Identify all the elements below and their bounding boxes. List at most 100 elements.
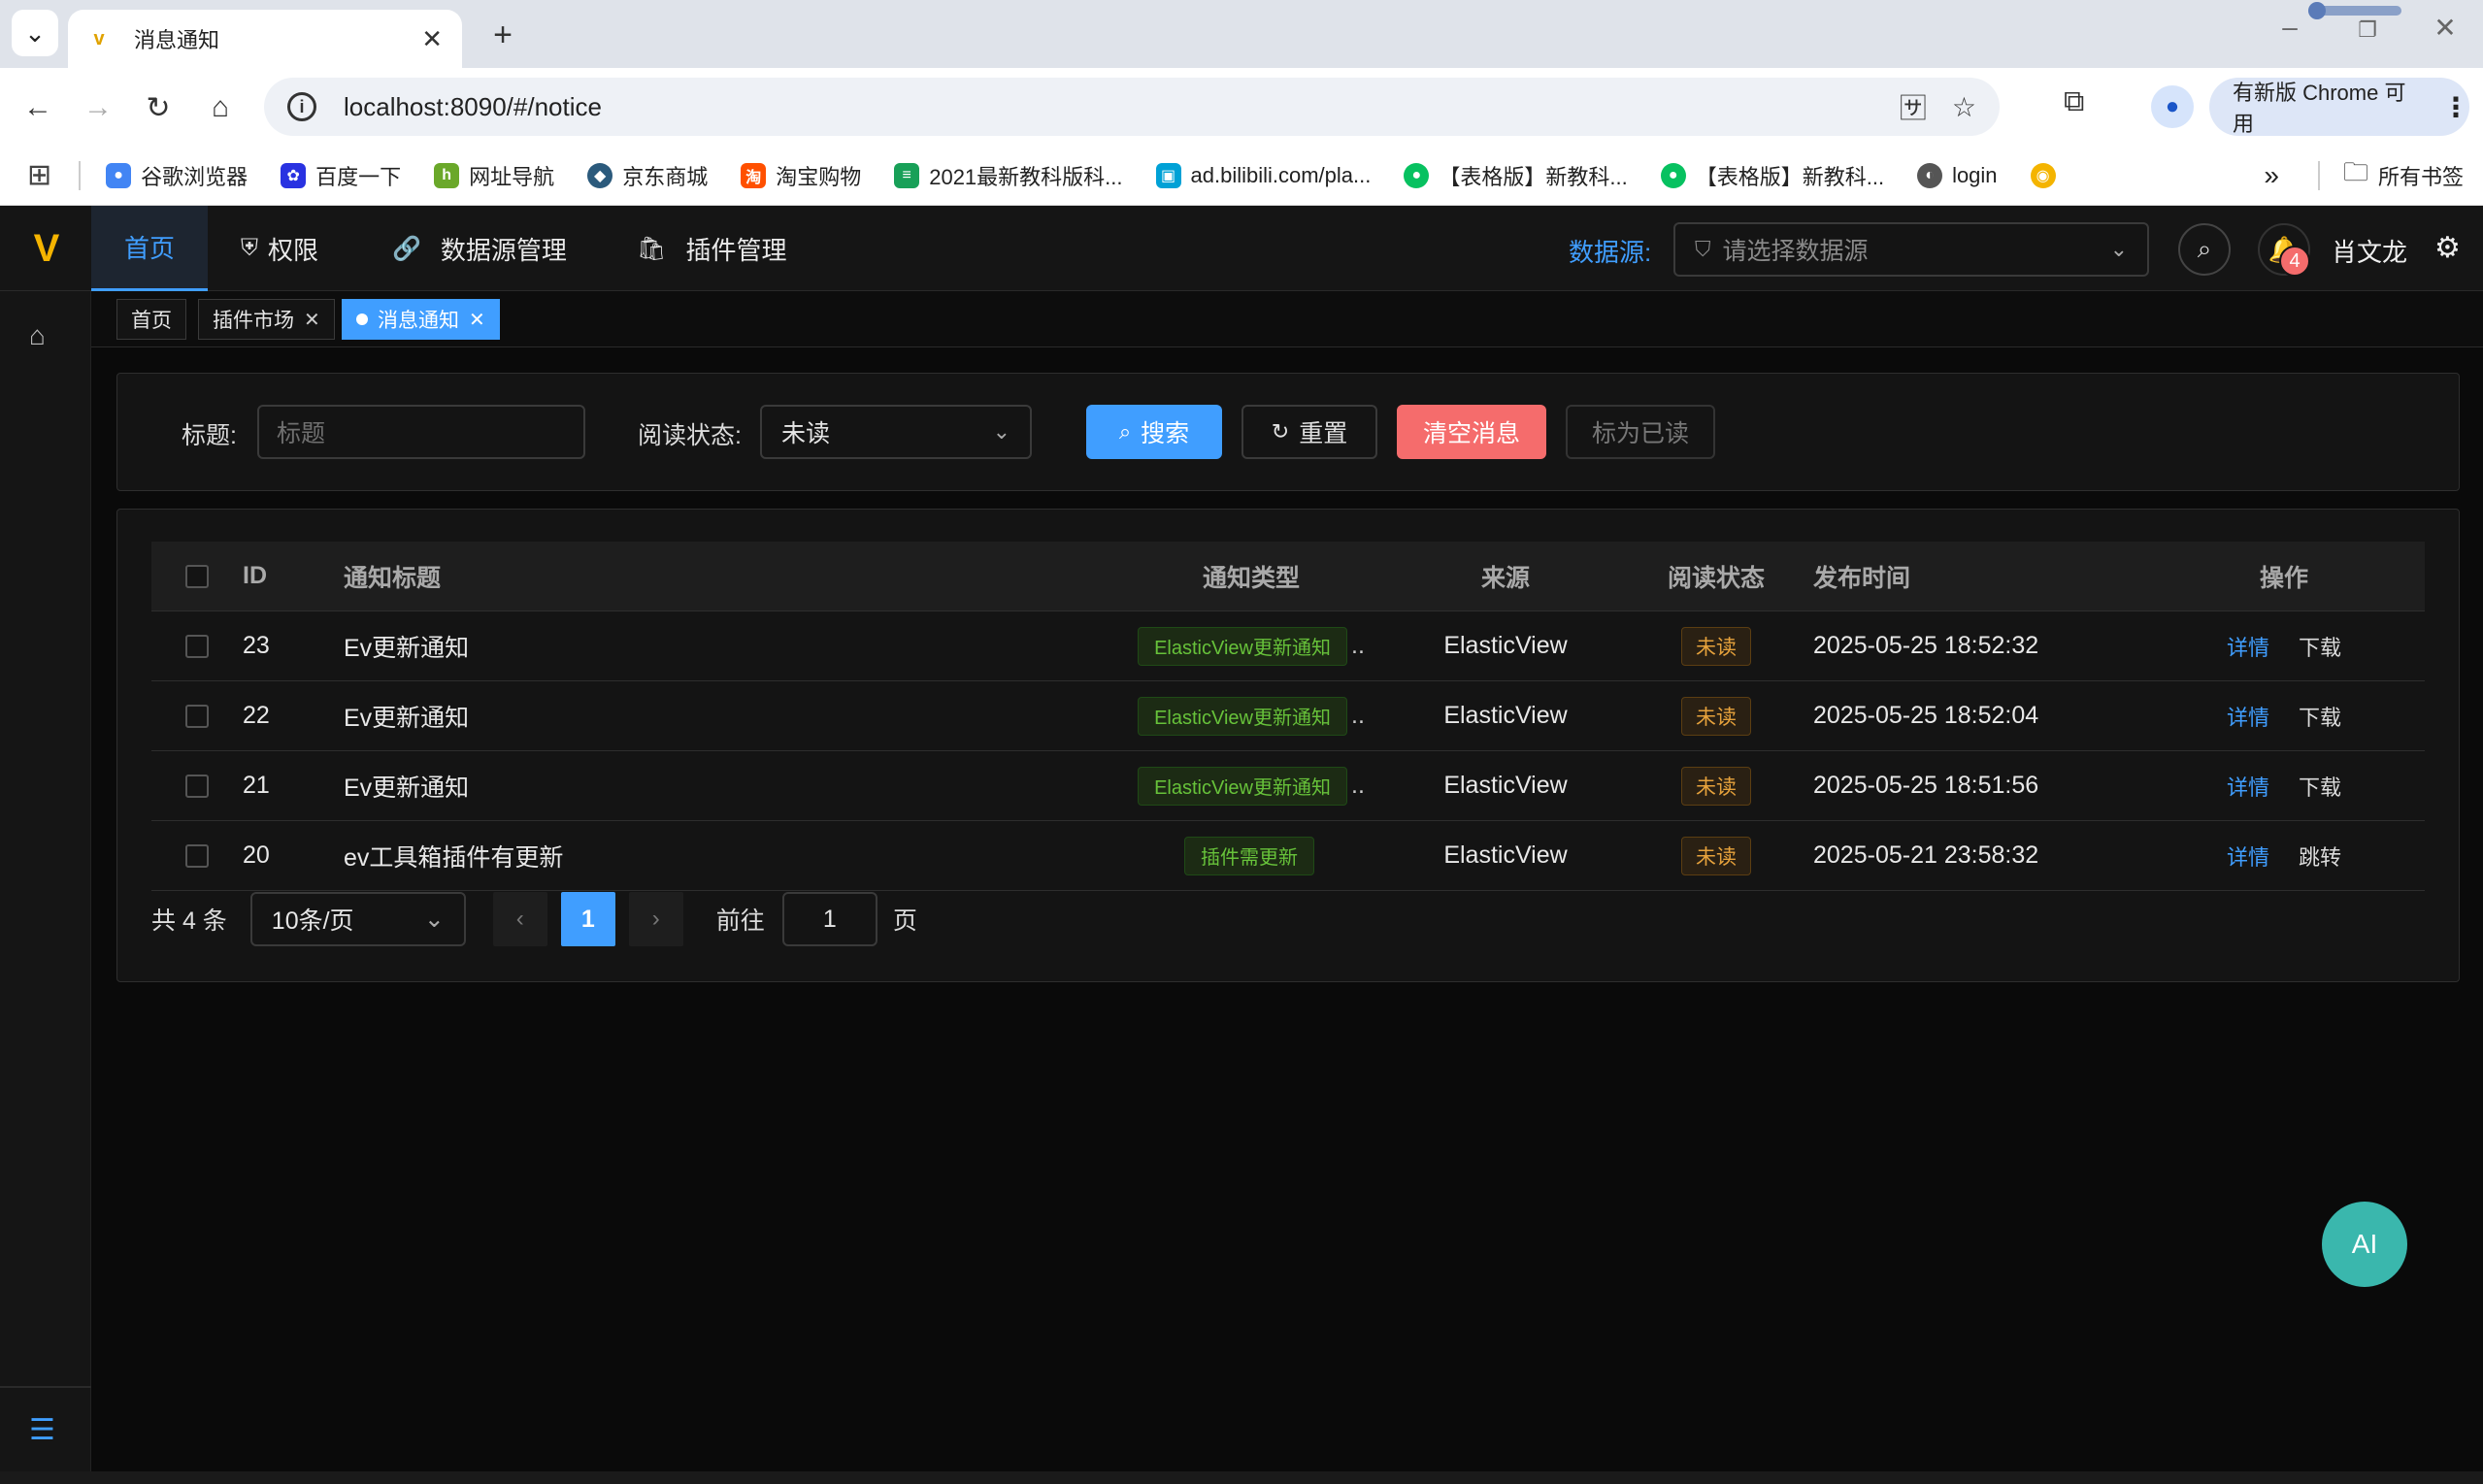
search-icon[interactable]: ⌕ bbox=[2178, 223, 2231, 276]
tab-strip-indicator bbox=[2308, 2, 2401, 19]
row-checkbox[interactable] bbox=[185, 634, 209, 658]
prev-page-chevron-icon[interactable]: ‹ bbox=[492, 892, 547, 946]
bookmark-item[interactable]: 淘淘宝购物 bbox=[741, 160, 861, 191]
ai-assistant-button[interactable]: AI bbox=[2322, 1202, 2407, 1287]
translate-icon[interactable]: 🈂 bbox=[1900, 87, 1927, 126]
tab-favicon-icon: v bbox=[93, 27, 105, 49]
hao-nav-icon: h bbox=[434, 162, 460, 188]
nav-datasource[interactable]: 🔗 数据源管理 bbox=[392, 206, 567, 291]
browser-tab-notice[interactable]: v 消息通知 ✕ bbox=[68, 10, 462, 68]
bookmarks-bar: ⊞ ● 谷歌浏览器 ✿ 百度一下 h 网址导航 ◆ 京东商城 淘淘宝购物 ≡ 2021最新… bbox=[0, 146, 2483, 206]
tags-view-bar: 首页 插件市场 ✕ 消息通知 ✕ bbox=[91, 291, 2483, 347]
select-all-checkbox[interactable] bbox=[185, 564, 209, 588]
forward-arrow-icon[interactable]: → bbox=[76, 85, 120, 130]
page-size-select[interactable]: 10条/页 ⌄ bbox=[249, 892, 466, 946]
row-checkbox[interactable] bbox=[185, 704, 209, 728]
bookmark-item[interactable]: ◆ 京东商城 bbox=[587, 160, 708, 191]
clear-messages-button[interactable]: 清空消息 bbox=[1397, 405, 1546, 459]
detail-link[interactable]: 详情 bbox=[2227, 631, 2269, 662]
table-row: 22 Ev更新通知 ElasticView更新通知.. ElasticView … bbox=[151, 681, 2425, 751]
browser-toolbar: ← → ↻ ⌂ i localhost:8090/#/notice 🈂 ☆ ⧉ … bbox=[0, 68, 2483, 146]
url-text[interactable]: localhost:8090/#/notice bbox=[344, 92, 1874, 122]
nav-permission[interactable]: ⛨ 权限 bbox=[241, 206, 318, 291]
chevron-down-icon: ⌄ bbox=[423, 906, 445, 933]
apps-grid-icon[interactable]: ⊞ bbox=[27, 158, 51, 192]
close-icon[interactable]: ✕ bbox=[304, 308, 320, 332]
row-source: ElasticView bbox=[1443, 772, 1568, 799]
bookmark-item[interactable]: ✿ 百度一下 bbox=[281, 160, 401, 191]
header-title: 通知标题 bbox=[344, 564, 442, 592]
bookmark-item[interactable]: ● 【表格版】新教科... bbox=[1660, 160, 1884, 191]
nav-plugin[interactable]: 🛍 插件管理 bbox=[637, 206, 786, 291]
next-page-chevron-icon[interactable]: › bbox=[628, 892, 683, 946]
bookmark-item[interactable]: ◉ bbox=[2030, 162, 2066, 188]
globe-icon: ◐ bbox=[1917, 162, 1943, 188]
reset-button[interactable]: ↻ 重置 bbox=[1242, 405, 1377, 459]
row-title: Ev更新通知 bbox=[344, 774, 470, 802]
gear-icon[interactable]: ⚙ bbox=[2434, 231, 2461, 265]
tab-close-icon[interactable]: ✕ bbox=[421, 24, 443, 54]
app-logo-icon[interactable]: V bbox=[25, 227, 68, 270]
read-status-select[interactable]: 未读 ⌄ bbox=[760, 405, 1032, 459]
extensions-puzzle-icon[interactable]: ⧉ bbox=[2064, 85, 2084, 118]
site-info-icon[interactable]: i bbox=[287, 92, 316, 121]
title-input[interactable]: 标题 bbox=[257, 405, 585, 459]
download-link[interactable]: 下载 bbox=[2299, 771, 2341, 802]
detail-link[interactable]: 详情 bbox=[2227, 701, 2269, 732]
bookmark-item[interactable]: ● 【表格版】新教科... bbox=[1404, 160, 1628, 191]
jump-link[interactable]: 跳转 bbox=[2299, 841, 2341, 872]
more-menu-icon[interactable]: ⋮ bbox=[2442, 91, 2469, 123]
notification-badge: 4 bbox=[2279, 246, 2310, 277]
folder-icon: 🗀 bbox=[2342, 157, 2368, 186]
page-number-current[interactable]: 1 bbox=[560, 892, 615, 946]
goto-label: 前往 bbox=[715, 907, 765, 935]
home-icon[interactable]: ⌂ bbox=[198, 85, 243, 130]
filter-icon: ⛉ bbox=[1695, 237, 1711, 261]
goto-page-input[interactable]: 1 bbox=[781, 892, 877, 946]
row-checkbox[interactable] bbox=[185, 843, 209, 868]
detail-link[interactable]: 详情 bbox=[2227, 771, 2269, 802]
nav-home[interactable]: 首页 bbox=[91, 206, 208, 291]
row-op-cell: 详情 下载 bbox=[2143, 771, 2425, 802]
close-window-icon[interactable]: ✕ bbox=[2421, 12, 2469, 44]
row-id: 22 bbox=[243, 702, 270, 729]
download-link[interactable]: 下载 bbox=[2299, 631, 2341, 662]
back-arrow-icon[interactable]: ← bbox=[16, 85, 60, 130]
row-op-cell: 详情 下载 bbox=[2143, 631, 2425, 662]
tab-search-chevron-icon[interactable]: ⌄ bbox=[12, 10, 58, 56]
all-bookmarks-link[interactable]: 所有书签 bbox=[2378, 160, 2464, 191]
mark-read-button[interactable]: 标为已读 bbox=[1566, 405, 1715, 459]
search-button[interactable]: ⌕ 搜索 bbox=[1086, 405, 1222, 459]
bookmark-item[interactable]: ≡ 2021最新教科版科... bbox=[894, 160, 1123, 191]
row-id: 20 bbox=[243, 841, 270, 869]
tag-plugin-market[interactable]: 插件市场 ✕ bbox=[198, 299, 335, 340]
row-source: ElasticView bbox=[1443, 702, 1568, 729]
bookmark-item[interactable]: ◐ login bbox=[1917, 162, 1998, 188]
profile-avatar-icon[interactable]: ● bbox=[2151, 85, 2194, 128]
read-status-tag: 未读 bbox=[1681, 766, 1751, 806]
new-tab-plus-icon[interactable]: + bbox=[481, 14, 524, 56]
datasource-select[interactable]: ⛉ 请选择数据源 ⌄ bbox=[1673, 222, 2149, 277]
sidebar-collapse-icon[interactable]: ☰ bbox=[29, 1413, 55, 1447]
download-link[interactable]: 下载 bbox=[2299, 701, 2341, 732]
tag-notice[interactable]: 消息通知 ✕ bbox=[342, 299, 500, 340]
chevron-down-icon: ⌄ bbox=[2109, 237, 2128, 261]
bookmark-item[interactable]: ▣ ad.bilibili.com/pla... bbox=[1155, 162, 1371, 188]
restore-icon[interactable]: ❐ bbox=[2343, 17, 2392, 43]
detail-link[interactable]: 详情 bbox=[2227, 841, 2269, 872]
username[interactable]: 肖文龙 bbox=[2332, 233, 2407, 269]
reload-icon[interactable]: ↻ bbox=[136, 85, 181, 130]
bookmark-separator bbox=[79, 160, 82, 190]
bookmark-item[interactable]: h 网址导航 bbox=[434, 160, 554, 191]
address-bar[interactable]: i localhost:8090/#/notice 🈂 ☆ bbox=[264, 78, 2000, 136]
close-icon[interactable]: ✕ bbox=[469, 308, 485, 332]
tag-home[interactable]: 首页 bbox=[116, 299, 186, 340]
minimize-icon[interactable]: – bbox=[2266, 12, 2314, 43]
sidebar-home-icon[interactable]: ⌂ bbox=[29, 320, 46, 351]
more-bookmarks-chevron-icon[interactable]: » bbox=[2264, 160, 2279, 191]
chrome-update-button[interactable]: 有新版 Chrome 可用 ⋮ bbox=[2209, 78, 2469, 136]
bookmark-star-icon[interactable]: ☆ bbox=[1952, 91, 1976, 123]
row-checkbox[interactable] bbox=[185, 774, 209, 798]
bookmark-item[interactable]: ● 谷歌浏览器 bbox=[106, 160, 248, 191]
type-tag: ElasticView更新通知 bbox=[1138, 626, 1347, 666]
